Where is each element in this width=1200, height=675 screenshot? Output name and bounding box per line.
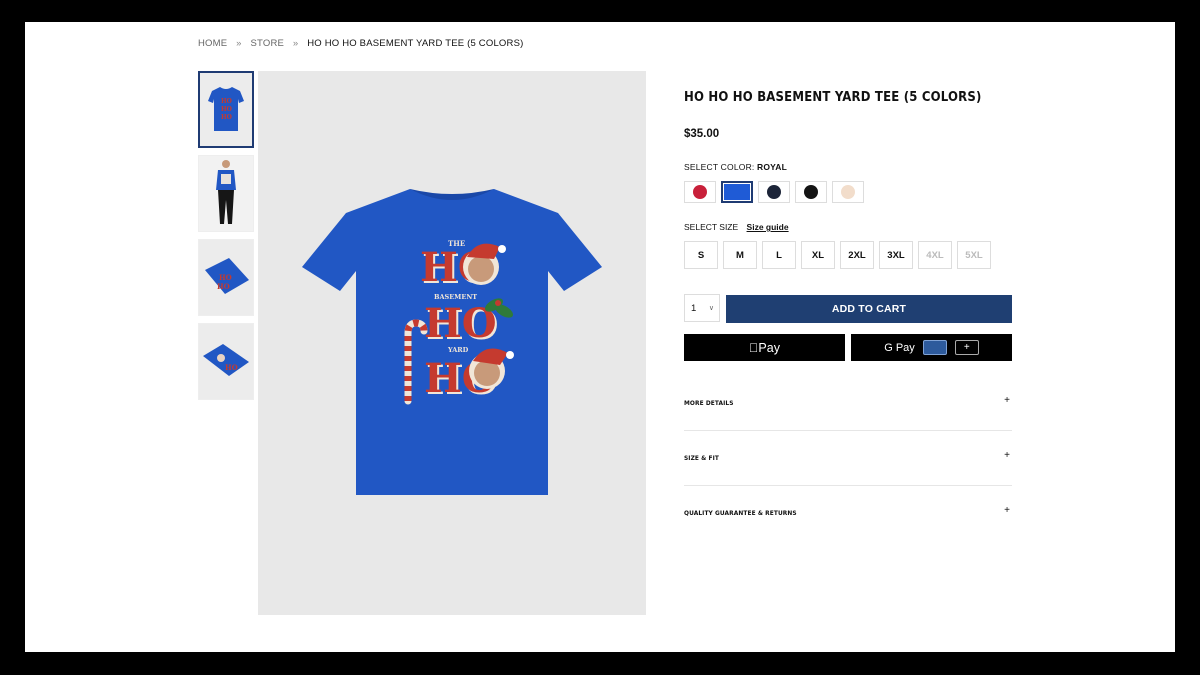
card-icon: [922, 340, 947, 355]
size-options: S M L XL 2XL 3XL 4XL 5XL: [684, 241, 991, 269]
svg-text:HO: HO: [221, 98, 232, 105]
accordion-more-details[interactable]: MORE DETAILS +: [684, 375, 1012, 431]
swatch-black[interactable]: [795, 181, 827, 203]
accordion-label: SIZE & FIT: [684, 454, 719, 462]
color-swatches: [684, 181, 864, 203]
swatch-natural-dot: [841, 185, 855, 199]
add-card-icon: +: [954, 340, 979, 355]
size-option-l[interactable]: L: [762, 241, 796, 269]
color-label: SELECT COLOR: ROYAL: [684, 162, 787, 172]
accordion-size-fit[interactable]: SIZE & FIT +: [684, 430, 1012, 486]
swatch-black-dot: [804, 185, 818, 199]
accordion-label: MORE DETAILS: [684, 399, 734, 407]
size-option-5xl: 5XL: [957, 241, 991, 269]
add-to-cart-button[interactable]: ADD TO CART: [726, 295, 1012, 323]
size-option-m[interactable]: M: [723, 241, 757, 269]
selected-color-name: ROYAL: [757, 162, 788, 172]
apple-pay-button[interactable]: Pay: [684, 334, 845, 361]
product-main-image: THE HO HO BASEMENT HO HO YARD HO HO: [258, 71, 646, 615]
breadcrumb-store-link[interactable]: STORE: [250, 38, 284, 49]
chevron-down-icon: ∨: [708, 305, 714, 312]
svg-text:HO: HO: [219, 273, 232, 282]
plus-icon: +: [1004, 395, 1010, 406]
size-guide-link[interactable]: Size guide: [747, 222, 789, 232]
swatch-red-dot: [693, 185, 707, 199]
breadcrumb-current: HO HO HO BASEMENT YARD TEE (5 COLORS): [307, 38, 524, 49]
breadcrumb-separator: »: [292, 38, 299, 49]
svg-text:HO: HO: [221, 114, 232, 121]
thumbnail-front[interactable]: HO HO HO: [198, 71, 254, 148]
thumbnail-model[interactable]: [198, 155, 254, 232]
thumbnail-folded[interactable]: HO HO: [198, 239, 254, 316]
quantity-value: 1: [691, 302, 697, 314]
size-option-4xl: 4XL: [918, 241, 952, 269]
swatch-red[interactable]: [684, 181, 716, 203]
plus-icon: +: [1004, 450, 1010, 461]
size-label: SELECT SIZE Size guide: [684, 222, 789, 232]
quantity-select[interactable]: 1 ∨: [684, 294, 720, 322]
plus-icon: +: [1004, 505, 1010, 516]
google-pay-label: G Pay: [884, 341, 915, 354]
svg-text:HO: HO: [225, 363, 238, 372]
google-pay-button[interactable]: G Pay +: [851, 334, 1012, 361]
thumbnail-folded-alt[interactable]: HO: [198, 323, 254, 400]
swatch-navy[interactable]: [758, 181, 790, 203]
breadcrumb-separator: »: [236, 38, 242, 49]
swatch-royal-block: [724, 184, 750, 200]
product-price: $35.00: [684, 128, 720, 140]
size-option-xl[interactable]: XL: [801, 241, 835, 269]
svg-text:HO: HO: [217, 282, 230, 291]
swatch-navy-dot: [767, 185, 781, 199]
swatch-royal[interactable]: [721, 181, 753, 203]
size-option-2xl[interactable]: 2XL: [840, 241, 874, 269]
breadcrumb-home-link[interactable]: HOME: [198, 38, 227, 49]
size-option-3xl[interactable]: 3XL: [879, 241, 913, 269]
product-title: HO HO HO BASEMENT YARD TEE (5 COLORS): [684, 90, 982, 105]
color-label-text: SELECT COLOR:: [684, 162, 755, 172]
print-small-yard: YARD: [447, 346, 469, 354]
svg-text:HO: HO: [221, 106, 232, 113]
swatch-natural[interactable]: [832, 181, 864, 203]
accordion-quality-returns[interactable]: QUALITY GUARANTEE & RETURNS +: [684, 485, 1012, 540]
tshirt-illustration: THE HO HO BASEMENT HO HO YARD HO HO: [302, 189, 602, 495]
size-label-text: SELECT SIZE: [684, 222, 739, 232]
thumbnail-list: HO HO HO HO HO HO: [198, 71, 254, 407]
breadcrumb: HOME » STORE » HO HO HO BASEMENT YARD TE…: [198, 38, 523, 49]
page: HOME » STORE » HO HO HO BASEMENT YARD TE…: [25, 22, 1175, 652]
accordion-label: QUALITY GUARANTEE & RETURNS: [684, 509, 797, 517]
apple-pay-label: Pay: [749, 340, 780, 355]
size-option-s[interactable]: S: [684, 241, 718, 269]
